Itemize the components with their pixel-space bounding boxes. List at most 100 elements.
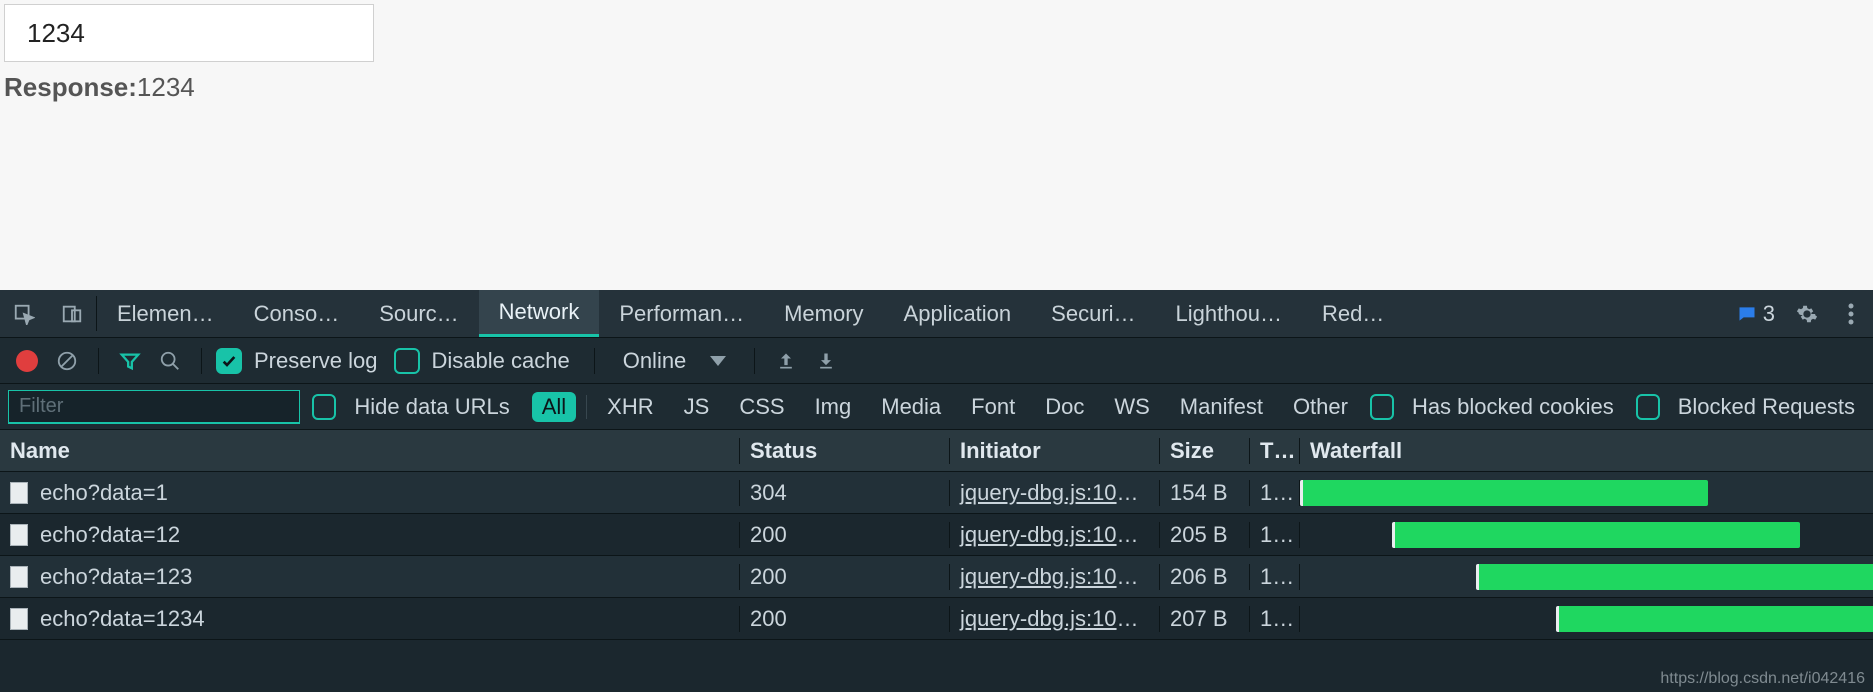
- request-name: echo?data=1234: [40, 606, 205, 632]
- waterfall-cell: [1300, 514, 1873, 555]
- clear-icon[interactable]: [50, 344, 84, 378]
- time-cell: 1…: [1250, 522, 1300, 548]
- record-button[interactable]: [10, 344, 44, 378]
- file-icon: [10, 482, 28, 504]
- more-icon[interactable]: [1829, 290, 1873, 337]
- device-toggle-icon[interactable]: [48, 290, 96, 337]
- response-line: Response:1234: [4, 72, 1873, 103]
- hide-data-urls-checkbox[interactable]: [312, 394, 336, 420]
- divider: [586, 395, 587, 419]
- table-row[interactable]: echo?data=1234 200 jquery-dbg.js:102… 207 B…: [0, 598, 1873, 640]
- devtools-tabstrip: Elemen…Conso…Sourc…NetworkPerforman…Memo…: [0, 290, 1873, 338]
- col-time[interactable]: T…: [1250, 438, 1300, 464]
- waterfall-bar: [1556, 606, 1873, 632]
- table-row[interactable]: echo?data=1304jquery-dbg.js:102…154 B1…: [0, 472, 1873, 514]
- network-table: Name Status Initiator Size T… Waterfall …: [0, 430, 1873, 692]
- request-name: echo?data=123: [40, 564, 192, 590]
- status-cell: 304: [740, 480, 950, 506]
- initiator-link[interactable]: jquery-dbg.js:102…: [960, 606, 1151, 631]
- waterfall-bar: [1392, 522, 1800, 548]
- watermark: https://blog.csdn.net/i042416: [1660, 670, 1865, 688]
- throttling-select[interactable]: Online: [609, 348, 741, 374]
- size-cell: 207 B: [1160, 606, 1250, 632]
- tab-memory[interactable]: Memory: [764, 290, 883, 337]
- waterfall-cell: [1300, 472, 1873, 513]
- blocked-cookies-label: Has blocked cookies: [1406, 394, 1624, 420]
- size-cell: 206 B: [1160, 564, 1250, 590]
- filter-type-all[interactable]: All: [532, 392, 576, 422]
- filter-input[interactable]: [8, 390, 300, 424]
- status-cell: 200: [740, 564, 950, 590]
- filter-type-css[interactable]: CSS: [729, 392, 794, 422]
- request-name: echo?data=12: [40, 522, 180, 548]
- col-status[interactable]: Status: [740, 438, 950, 464]
- disable-cache-label: Disable cache: [426, 348, 580, 374]
- time-cell: 1…: [1250, 606, 1300, 632]
- blocked-cookies-checkbox[interactable]: [1370, 394, 1394, 420]
- throttling-value: Online: [623, 348, 687, 374]
- size-cell: 154 B: [1160, 480, 1250, 506]
- inspect-icon[interactable]: [0, 290, 48, 337]
- response-label: Response:: [4, 72, 137, 102]
- initiator-link[interactable]: jquery-dbg.js:102…: [960, 522, 1151, 547]
- initiator-link[interactable]: jquery-dbg.js:102…: [960, 564, 1151, 589]
- time-cell: 1…: [1250, 480, 1300, 506]
- col-name[interactable]: Name: [0, 438, 740, 464]
- preserve-log-label: Preserve log: [248, 348, 388, 374]
- response-value: 1234: [137, 72, 195, 102]
- tab-securi[interactable]: Securi…: [1031, 290, 1155, 337]
- filter-type-ws[interactable]: WS: [1104, 392, 1159, 422]
- tab-sourc[interactable]: Sourc…: [359, 290, 478, 337]
- page-content: Response:1234: [0, 0, 1873, 290]
- messages-count: 3: [1763, 301, 1775, 327]
- filter-type-js[interactable]: JS: [674, 392, 720, 422]
- status-cell: 200: [740, 606, 950, 632]
- search-icon[interactable]: [153, 344, 187, 378]
- table-row[interactable]: echo?data=123 200 jquery-dbg.js:102… 206 B1…: [0, 556, 1873, 598]
- waterfall-cell: [1300, 598, 1873, 639]
- blocked-requests-label: Blocked Requests: [1672, 394, 1865, 420]
- filter-type-font[interactable]: Font: [961, 392, 1025, 422]
- text-input[interactable]: [4, 4, 374, 62]
- upload-icon[interactable]: [769, 344, 803, 378]
- filter-type-media[interactable]: Media: [871, 392, 951, 422]
- col-waterfall[interactable]: Waterfall: [1300, 438, 1873, 464]
- time-cell: 1…: [1250, 564, 1300, 590]
- download-icon[interactable]: [809, 344, 843, 378]
- preserve-log-checkbox[interactable]: [216, 348, 242, 374]
- waterfall-cell: [1300, 556, 1873, 597]
- waterfall-bar: [1476, 564, 1873, 590]
- tab-performan[interactable]: Performan…: [599, 290, 764, 337]
- col-size[interactable]: Size: [1160, 438, 1250, 464]
- blocked-requests-checkbox[interactable]: [1636, 394, 1660, 420]
- table-header: Name Status Initiator Size T… Waterfall: [0, 430, 1873, 472]
- devtools-panel: Elemen…Conso…Sourc…NetworkPerforman…Memo…: [0, 290, 1873, 692]
- filter-type-xhr[interactable]: XHR: [597, 392, 663, 422]
- initiator-link[interactable]: jquery-dbg.js:102…: [960, 480, 1151, 505]
- tab-network[interactable]: Network: [479, 290, 600, 337]
- waterfall-bar: [1300, 480, 1708, 506]
- tab-lighthou[interactable]: Lighthou…: [1156, 290, 1302, 337]
- tab-application[interactable]: Application: [884, 290, 1032, 337]
- filter-type-manifest[interactable]: Manifest: [1170, 392, 1273, 422]
- table-row[interactable]: echo?data=12 200 jquery-dbg.js:102… 205 B1…: [0, 514, 1873, 556]
- filter-toggle-icon[interactable]: [113, 344, 147, 378]
- filter-type-other[interactable]: Other: [1283, 392, 1358, 422]
- filter-type-doc[interactable]: Doc: [1035, 392, 1094, 422]
- status-cell: 200: [740, 522, 950, 548]
- tab-conso[interactable]: Conso…: [234, 290, 360, 337]
- tab-elemen[interactable]: Elemen…: [97, 290, 234, 337]
- chevron-down-icon: [710, 356, 726, 366]
- col-initiator[interactable]: Initiator: [950, 438, 1160, 464]
- tab-red[interactable]: Red…: [1302, 290, 1404, 337]
- settings-icon[interactable]: [1785, 290, 1829, 337]
- file-icon: [10, 566, 28, 588]
- messages-indicator[interactable]: 3: [1727, 290, 1785, 337]
- disable-cache-checkbox[interactable]: [394, 348, 420, 374]
- filter-type-img[interactable]: Img: [805, 392, 862, 422]
- hide-data-urls-label: Hide data URLs: [348, 394, 519, 420]
- network-toolbar: Preserve log Disable cache Online: [0, 338, 1873, 384]
- filter-bar: Hide data URLs All XHR JS CSS Img Media Font Do…: [0, 384, 1873, 430]
- size-cell: 205 B: [1160, 522, 1250, 548]
- file-icon: [10, 608, 28, 630]
